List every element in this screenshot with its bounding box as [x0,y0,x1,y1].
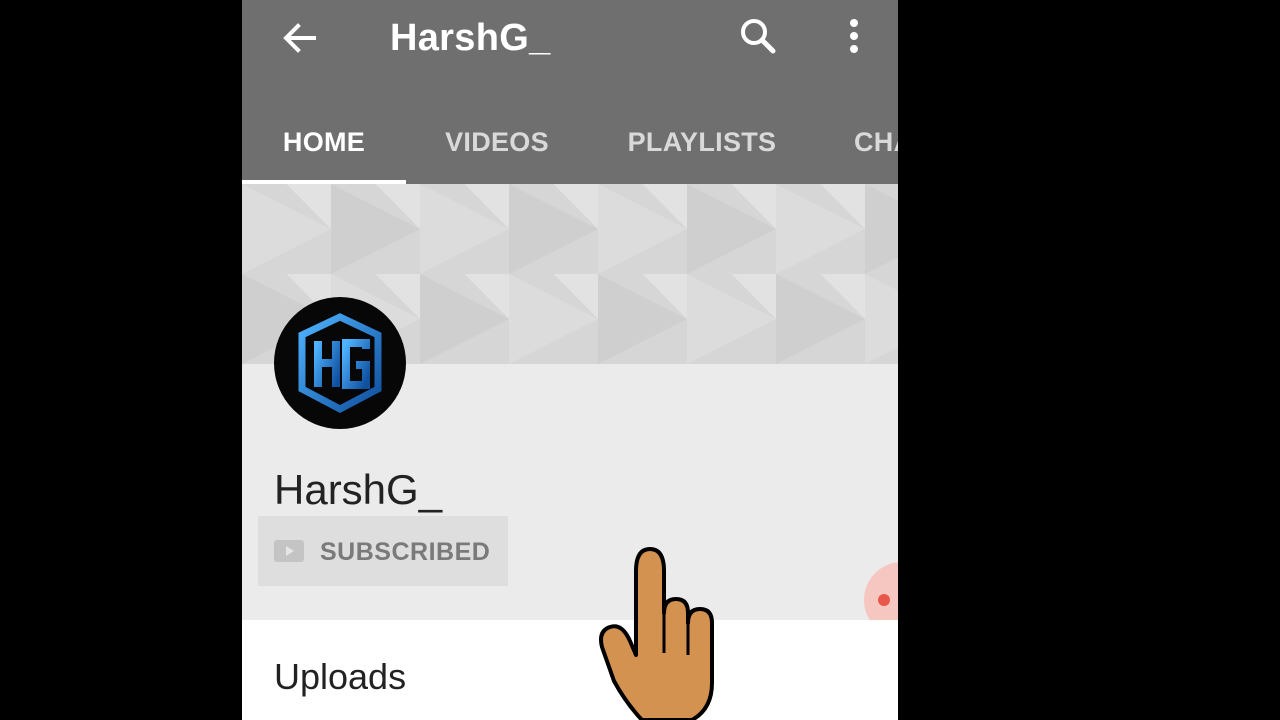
search-button[interactable] [734,12,782,60]
tab-videos[interactable]: VIDEOS [432,100,562,184]
youtube-play-icon [274,540,304,562]
tab-home[interactable]: HOME [242,100,406,184]
app-bar-title: HarshG_ [390,17,551,59]
app-bar: HarshG_ HOME VIDEOS PLAYLISTS CHA [242,0,898,184]
channel-avatar[interactable] [274,297,406,429]
more-options-button[interactable] [830,12,878,60]
hg-logo-icon [298,313,382,413]
subscribed-label: SUBSCRIBED [320,538,491,566]
arrow-back-icon [283,23,316,53]
record-dot-icon [878,594,890,606]
tab-channels[interactable]: CHA [854,100,898,184]
channel-tabs: HOME VIDEOS PLAYLISTS CHA [242,100,898,184]
more-vert-icon [850,19,858,53]
tap-hand-icon [599,547,714,720]
subscribed-button[interactable]: SUBSCRIBED [258,516,508,586]
channel-name: HarshG_ [274,466,443,513]
back-button[interactable] [276,14,324,62]
uploads-section: Uploads [242,620,898,720]
tab-playlists[interactable]: PLAYLISTS [622,100,782,184]
search-icon [741,19,776,54]
uploads-title: Uploads [274,656,407,697]
phone-screen: HarshG_ HOME VIDEOS PLAYLISTS CHA [242,0,898,720]
